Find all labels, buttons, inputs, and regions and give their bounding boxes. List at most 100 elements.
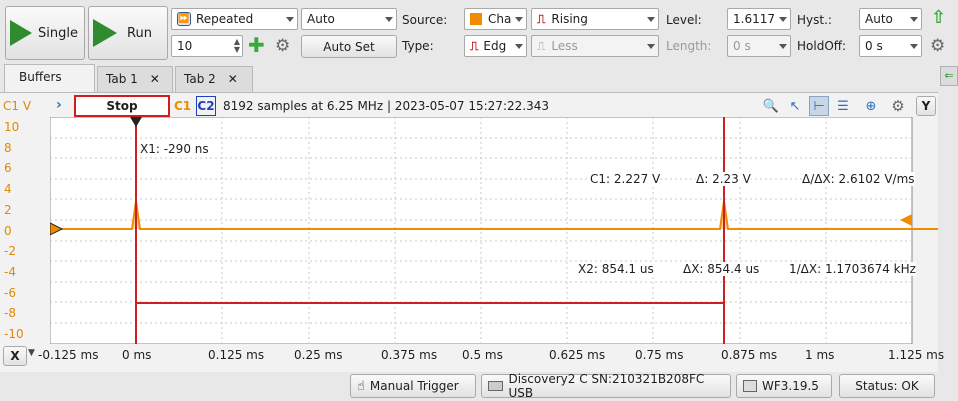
device-button[interactable]: Discovery2 C SN:210321B208FC USB — [481, 372, 731, 400]
single-icon — [10, 20, 32, 46]
count-stepper[interactable]: 10 ▲ ▼ — [171, 35, 243, 57]
tab-2[interactable]: Tab 2 ✕ — [175, 66, 253, 92]
x-tick: 0.25 ms — [294, 348, 343, 362]
delta-v-readout: Δ: 2.23 V — [696, 172, 751, 186]
channel-unit-label: C1 V — [3, 99, 32, 113]
type-value: Edg — [483, 39, 507, 53]
length-input[interactable]: 0 s — [727, 35, 791, 57]
condition-select[interactable]: ⎍ Rising — [531, 8, 659, 30]
zoom-in-icon[interactable]: ⊕ — [861, 96, 881, 116]
zoom-icon[interactable]: 🔍 — [761, 96, 781, 116]
x-tick: 0 ms — [122, 348, 152, 362]
type-select[interactable]: ⎍ Edg — [464, 35, 527, 57]
y-tick: -4 — [4, 265, 16, 279]
gear-icon[interactable]: ⚙ — [930, 36, 945, 56]
x-tick: 0.5 ms — [462, 348, 503, 362]
side-panel-toggle[interactable]: ⇐ — [940, 66, 958, 86]
x-tick: 0.125 ms — [208, 348, 265, 362]
channel-color-icon — [470, 13, 482, 25]
frequency-readout: 1/ΔX: 1.1703674 kHz — [789, 262, 916, 276]
x-label: X — [10, 349, 20, 363]
close-icon[interactable]: ✕ — [150, 72, 160, 86]
version-button[interactable]: WF3.19.5 — [736, 374, 832, 398]
y-tick: 8 — [4, 141, 12, 155]
pointer-icon[interactable]: ↖ — [785, 96, 805, 116]
chevron-down-icon — [385, 17, 393, 22]
chevron-down-icon — [910, 44, 918, 49]
tab-buffers[interactable]: Buffers — [4, 64, 95, 92]
tab-label: Tab 2 — [184, 72, 216, 86]
chevron-down-icon — [647, 17, 655, 22]
holdoff-value: 0 s — [865, 39, 883, 53]
y-tick: -2 — [4, 244, 16, 258]
stepper-icon[interactable]: ▲ ▼ — [234, 38, 240, 54]
run-button[interactable]: Run — [88, 6, 168, 60]
x-axis-menu-icon[interactable]: ▼ — [28, 348, 35, 358]
chevron-down-icon — [910, 17, 918, 22]
x-axis-button[interactable]: X — [3, 346, 27, 366]
tab-label: Buffers — [19, 70, 62, 84]
y-label: Y — [921, 99, 931, 113]
slope-readout: Δ/ΔX: 2.6102 V/ms — [802, 172, 915, 186]
holdoff-label: HoldOff: — [797, 39, 847, 53]
cursor-c1-readout: C1: 2.227 V — [590, 172, 661, 186]
cursor-horizontal-icon[interactable]: ⊢ — [809, 96, 829, 116]
chevron-down-icon — [779, 17, 787, 22]
c2-badge[interactable]: C2 — [196, 96, 216, 116]
run-icon — [93, 19, 117, 47]
cursor-x1-readout: X1: -290 ns — [140, 142, 209, 156]
y-axis-button[interactable]: Y — [916, 96, 936, 116]
chevron-down-icon — [779, 44, 787, 49]
gear-icon[interactable]: ⚙ — [888, 96, 908, 116]
source-select[interactable]: Cha — [464, 8, 527, 30]
acquisition-info: 8192 samples at 6.25 MHz | 2023-05-07 15… — [223, 99, 549, 113]
level-input[interactable]: 1.6117 — [727, 8, 791, 30]
single-button[interactable]: Single — [5, 6, 85, 60]
waveforms-window: Single Run ⏩ Repeated Auto 10 ▲ ▼ ✚ ⚙ Aut… — [0, 0, 958, 401]
chevron-down-icon — [515, 17, 523, 22]
source-value: Cha — [488, 12, 512, 26]
trigger-mode-select[interactable]: Auto — [301, 8, 397, 30]
c1-badge[interactable]: C1 — [174, 99, 191, 113]
single-label: Single — [38, 25, 78, 41]
status-text: Stop — [106, 99, 138, 113]
arrow-up-icon[interactable]: ⇧ — [931, 8, 946, 28]
less-value: Less — [551, 39, 578, 53]
x-tick: 0.875 ms — [721, 348, 778, 362]
y-tick: -8 — [4, 306, 16, 320]
hand-icon: ☝ — [357, 378, 365, 394]
edge-icon: ⎍ — [470, 38, 479, 53]
chevron-right-icon[interactable]: › — [56, 97, 62, 113]
condition-value: Rising — [551, 12, 588, 26]
holdoff-input[interactable]: 0 s — [859, 35, 922, 57]
length-condition-select[interactable]: ⎍ Less — [531, 35, 659, 57]
add-icon[interactable]: ✚ — [248, 35, 265, 55]
device-label: Discovery2 C SN:210321B208FC USB — [508, 372, 705, 400]
delta-x-readout: ΔX: 854.4 us — [683, 262, 760, 276]
hysteresis-select[interactable]: Auto — [859, 8, 922, 30]
cursor-list-icon[interactable]: ☰ — [833, 96, 853, 116]
status-button[interactable]: Status: OK — [839, 374, 935, 398]
gear-icon[interactable]: ⚙ — [275, 36, 290, 56]
repeat-icon: ⏩ — [177, 12, 191, 26]
hyst-label: Hyst.: — [797, 13, 832, 27]
hyst-value: Auto — [865, 12, 893, 26]
y-tick: 2 — [4, 203, 12, 217]
tab-1[interactable]: Tab 1 ✕ — [97, 66, 173, 92]
chevron-down-icon — [647, 44, 655, 49]
version-icon — [743, 380, 757, 392]
manual-trigger-button[interactable]: ☝ Manual Trigger — [350, 374, 476, 398]
y-tick: -6 — [4, 286, 16, 300]
length-value: 0 s — [733, 39, 751, 53]
count-value: 10 — [177, 39, 193, 53]
status-label: Status: OK — [855, 379, 919, 393]
x-tick: 1 ms — [805, 348, 835, 362]
device-icon — [488, 381, 504, 391]
y-tick: 6 — [4, 161, 12, 175]
y-tick: 4 — [4, 182, 12, 196]
close-icon[interactable]: ✕ — [228, 72, 238, 86]
manual-trigger-label: Manual Trigger — [369, 379, 459, 393]
acquisition-mode-select[interactable]: ⏩ Repeated — [171, 8, 298, 30]
y-tick: 0 — [4, 224, 12, 238]
auto-set-button[interactable]: Auto Set — [301, 35, 397, 58]
